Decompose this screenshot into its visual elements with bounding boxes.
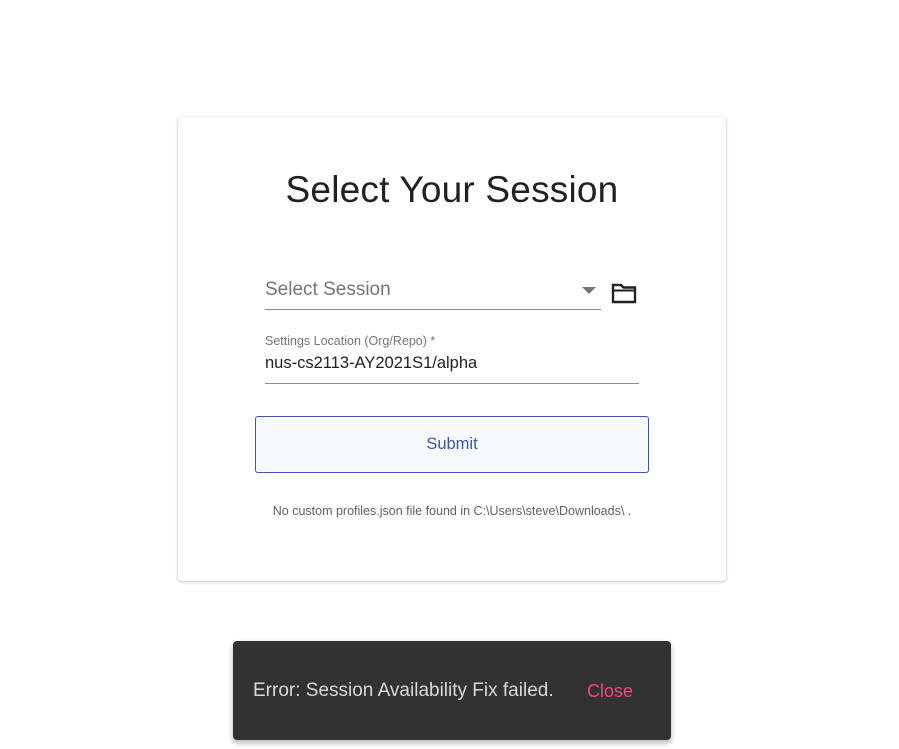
snackbar-close-button[interactable]: Close: [587, 681, 633, 702]
session-card: Select Your Session Select Session Setti…: [178, 117, 726, 581]
chevron-down-icon: [582, 287, 596, 294]
settings-location-input[interactable]: [265, 354, 635, 373]
snackbar-message: Error: Session Availability Fix failed.: [253, 680, 554, 701]
folder-icon[interactable]: [610, 281, 638, 305]
settings-location-label: Settings Location (Org/Repo) *: [265, 334, 436, 348]
session-select[interactable]: Select Session: [265, 275, 601, 310]
error-snackbar: Error: Session Availability Fix failed. …: [233, 641, 671, 740]
submit-button[interactable]: Submit: [255, 416, 649, 473]
settings-location-field: Settings Location (Org/Repo) *: [265, 333, 639, 384]
page-title: Select Your Session: [285, 169, 619, 210]
session-select-placeholder: Select Session: [265, 279, 391, 300]
profiles-note: No custom profiles.json file found in C:…: [272, 504, 632, 518]
